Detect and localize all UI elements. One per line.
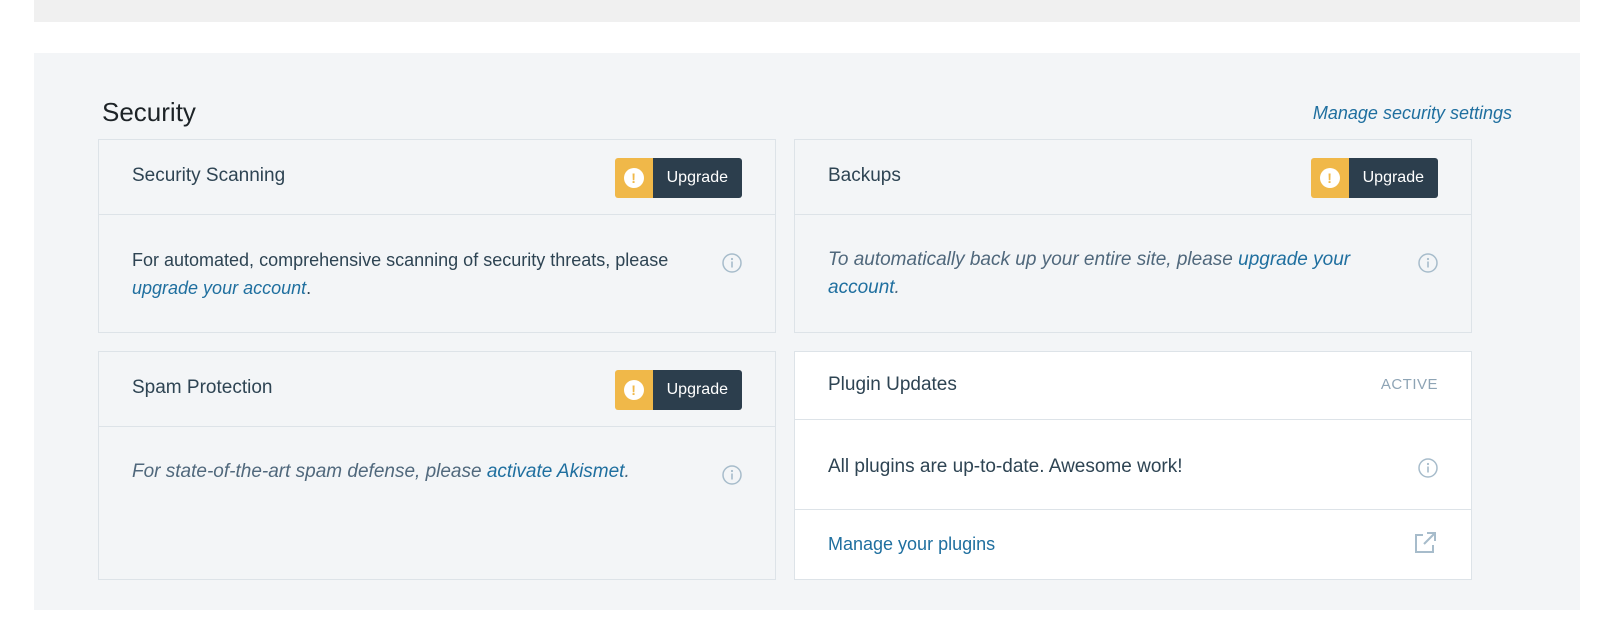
info-icon[interactable] (722, 465, 742, 485)
description-text: For automated, comprehensive scanning of… (132, 250, 669, 270)
card-header: Backups ! Upgrade (795, 140, 1471, 215)
card-header: Security Scanning ! Upgrade (99, 140, 775, 215)
manage-plugins-link[interactable]: Manage your plugins (828, 534, 995, 555)
alert-icon: ! (614, 370, 653, 410)
card-description: To automatically back up your entire sit… (795, 215, 1471, 302)
card-description: For automated, comprehensive scanning of… (99, 215, 775, 302)
card-header: Spam Protection ! Upgrade (99, 352, 775, 427)
backups-card: Backups ! Upgrade To automatically back … (794, 139, 1472, 333)
alert-icon: ! (614, 158, 653, 198)
info-icon[interactable] (1418, 458, 1438, 478)
upgrade-label: Upgrade (1348, 158, 1438, 198)
card-title: Security Scanning (132, 165, 286, 186)
upgrade-label: Upgrade (652, 370, 742, 410)
description-end: . (894, 277, 900, 298)
section-title: Security (102, 97, 196, 127)
external-link-icon[interactable] (1412, 530, 1438, 556)
security-scanning-card: Security Scanning ! Upgrade For automate… (98, 139, 776, 333)
plugin-updates-card: Plugin Updates ACTIVE All plugins are up… (794, 351, 1472, 580)
security-panel: Security Manage security settings Securi… (34, 53, 1580, 610)
upgrade-button[interactable]: ! Upgrade (614, 370, 742, 410)
card-footer: Manage your plugins (795, 509, 1471, 579)
description-end: . (306, 278, 312, 298)
description-text: All plugins are up-to-date. Awesome work… (828, 456, 1183, 477)
manage-security-settings-link[interactable]: Manage security settings (1313, 103, 1512, 124)
alert-glyph: ! (623, 380, 644, 400)
description-text: For state-of-the-art spam defense, pleas… (132, 461, 487, 482)
activate-akismet-link[interactable]: activate Akismet (487, 461, 625, 482)
info-icon[interactable] (722, 253, 742, 273)
upgrade-button[interactable]: ! Upgrade (1310, 158, 1438, 198)
card-description: For state-of-the-art spam defense, pleas… (99, 427, 775, 486)
status-badge: ACTIVE (1380, 376, 1438, 393)
spam-protection-card: Spam Protection ! Upgrade For state-of-t… (98, 351, 776, 580)
alert-icon: ! (1310, 158, 1349, 198)
card-title: Spam Protection (132, 377, 273, 398)
upgrade-button[interactable]: ! Upgrade (614, 158, 742, 198)
description-end: . (624, 461, 630, 482)
alert-glyph: ! (623, 168, 644, 188)
card-title: Plugin Updates (828, 374, 957, 395)
alert-glyph: ! (1319, 168, 1340, 188)
description-text: To automatically back up your entire sit… (828, 249, 1239, 270)
card-header: Plugin Updates ACTIVE (795, 352, 1471, 420)
top-strip (34, 0, 1580, 22)
card-title: Backups (828, 165, 901, 186)
upgrade-account-link[interactable]: upgrade your account (132, 278, 306, 298)
card-description: All plugins are up-to-date. Awesome work… (795, 420, 1471, 481)
upgrade-label: Upgrade (652, 158, 742, 198)
info-icon[interactable] (1418, 253, 1438, 273)
